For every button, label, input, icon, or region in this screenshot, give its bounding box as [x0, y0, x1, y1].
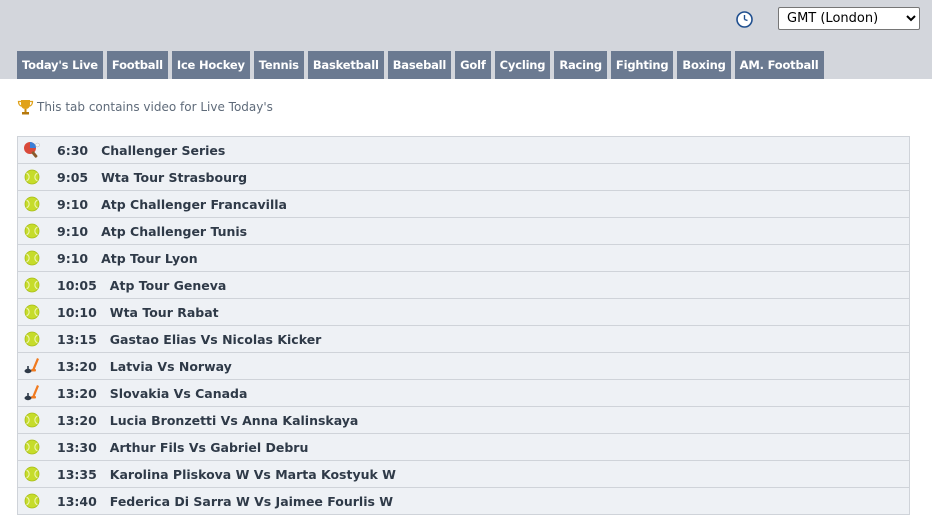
ice-hockey-icon	[24, 385, 39, 401]
event-name: Atp Challenger Francavilla	[101, 196, 287, 212]
event-name: Latvia Vs Norway	[109, 358, 232, 374]
sport-icon	[23, 465, 41, 483]
sport-icon	[23, 492, 41, 510]
event-row[interactable]: 9:10 Atp Tour Lyon	[17, 245, 910, 272]
tab-cycling[interactable]: Cycling	[494, 51, 551, 79]
event-name: Gastao Elias Vs Nicolas Kicker	[109, 331, 322, 347]
sport-icon	[23, 438, 41, 456]
top-bar: GMT (London) Today's Live Football Ice Hoc…	[0, 0, 932, 79]
event-row[interactable]: 6:30 Challenger Series	[17, 137, 910, 164]
tab-am-football[interactable]: AM. Football	[734, 51, 824, 79]
sport-icon	[23, 330, 41, 348]
tab-golf[interactable]: Golf	[455, 51, 491, 79]
event-row[interactable]: 13:20 Slovakia Vs Canada	[17, 380, 910, 407]
event-row[interactable]: 13:40 Federica Di Sarra W Vs Jaimee Fourl…	[17, 488, 910, 515]
table-tennis-icon	[24, 142, 40, 158]
event-row[interactable]: 13:20 Latvia Vs Norway	[17, 353, 910, 380]
event-name: Slovakia Vs Canada	[109, 385, 248, 401]
sport-icon	[23, 222, 41, 240]
tennis-ball-icon	[24, 331, 40, 347]
video-notice: This tab contains video for Live Today's	[17, 98, 273, 116]
event-row[interactable]: 9:05 Wta Tour Strasbourg	[17, 164, 910, 191]
event-name: Arthur Fils Vs Gabriel Debru	[109, 439, 309, 455]
event-time: 13:15	[57, 331, 97, 347]
tennis-ball-icon	[24, 439, 40, 455]
event-name: Atp Tour Geneva	[109, 277, 227, 293]
event-time: 6:30	[57, 142, 89, 158]
event-time: 10:05	[57, 277, 97, 293]
event-row[interactable]: 10:05 Atp Tour Geneva	[17, 272, 910, 299]
sport-tabs: Today's Live Football Ice Hockey Tennis Bask…	[17, 51, 824, 79]
event-time: 13:20	[57, 358, 97, 374]
event-time: 13:40	[57, 493, 97, 509]
event-time: 9:10	[57, 196, 89, 212]
tennis-ball-icon	[24, 304, 40, 320]
tab-tennis[interactable]: Tennis	[253, 51, 304, 79]
event-row[interactable]: 13:15 Gastao Elias Vs Nicolas Kicker	[17, 326, 910, 353]
tab-today-s-live[interactable]: Today's Live	[17, 51, 103, 79]
tennis-ball-icon	[24, 466, 40, 482]
sport-icon	[23, 276, 41, 294]
sport-icon	[23, 141, 41, 159]
sport-icon	[23, 411, 41, 429]
event-row[interactable]: 9:10 Atp Challenger Tunis	[17, 218, 910, 245]
event-row[interactable]: 13:30 Arthur Fils Vs Gabriel Debru	[17, 434, 910, 461]
event-row[interactable]: 13:35 Karolina Pliskova W Vs Marta Kostyu…	[17, 461, 910, 488]
sport-icon	[23, 195, 41, 213]
tab-ice-hockey[interactable]: Ice Hockey	[171, 51, 250, 79]
event-name: Atp Challenger Tunis	[101, 223, 248, 239]
event-name: Lucia Bronzetti Vs Anna Kalinskaya	[109, 412, 359, 428]
event-row[interactable]: 10:10 Wta Tour Rabat	[17, 299, 910, 326]
event-time: 10:10	[57, 304, 97, 320]
tennis-ball-icon	[24, 277, 40, 293]
event-name: Wta Tour Rabat	[109, 304, 219, 320]
event-name: Atp Tour Lyon	[101, 250, 198, 266]
event-name: Challenger Series	[101, 142, 226, 158]
event-time: 9:10	[57, 223, 89, 239]
tab-football[interactable]: Football	[106, 51, 168, 79]
event-row[interactable]: 9:10 Atp Challenger Francavilla	[17, 191, 910, 218]
timezone-select[interactable]: GMT (London)	[778, 7, 920, 30]
event-time: 13:20	[57, 385, 97, 401]
clock-icon	[736, 11, 753, 28]
tennis-ball-icon	[24, 196, 40, 212]
tennis-ball-icon	[24, 250, 40, 266]
tennis-ball-icon	[24, 169, 40, 185]
event-time: 13:30	[57, 439, 97, 455]
event-time: 13:20	[57, 412, 97, 428]
events-list: 6:30 Challenger Series 9:05 Wta Tour Strasb…	[17, 136, 910, 515]
event-time: 9:05	[57, 169, 89, 185]
event-name: Karolina Pliskova W Vs Marta Kostyuk W	[109, 466, 396, 482]
tab-baseball[interactable]: Baseball	[387, 51, 452, 79]
tennis-ball-icon	[24, 493, 40, 509]
event-row[interactable]: 13:20 Lucia Bronzetti Vs Anna Kalinskaya	[17, 407, 910, 434]
tab-basketball[interactable]: Basketball	[307, 51, 384, 79]
sport-icon	[23, 384, 41, 402]
ice-hockey-icon	[24, 358, 39, 374]
event-time: 13:35	[57, 466, 97, 482]
tab-boxing[interactable]: Boxing	[677, 51, 731, 79]
event-time: 9:10	[57, 250, 89, 266]
trophy-icon	[17, 99, 34, 114]
sport-icon	[23, 168, 41, 186]
tab-racing[interactable]: Racing	[554, 51, 607, 79]
tennis-ball-icon	[24, 412, 40, 428]
tab-fighting[interactable]: Fighting	[610, 51, 674, 79]
sport-icon	[23, 357, 41, 375]
sport-icon	[23, 249, 41, 267]
notice-text: This tab contains video for Live Today's	[37, 100, 273, 114]
event-name: Wta Tour Strasbourg	[101, 169, 248, 185]
sport-icon	[23, 303, 41, 321]
event-name: Federica Di Sarra W Vs Jaimee Fourlis W	[109, 493, 394, 509]
tennis-ball-icon	[24, 223, 40, 239]
